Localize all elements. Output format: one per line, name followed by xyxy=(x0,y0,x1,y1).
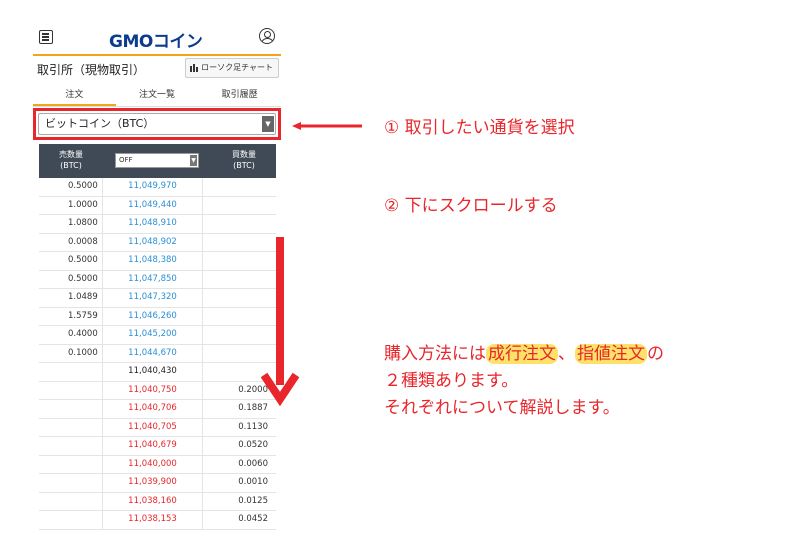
page-subheader: 取引所（現物取引） ローソク足チャート xyxy=(33,57,281,83)
app-header: GMOコイン xyxy=(33,22,281,56)
order-book-header: 売数量 (BTC) OFF ▼ 買数量 (BTC) xyxy=(39,144,276,178)
trade-tabs: 注文 注文一覧 取引履歴 xyxy=(33,86,281,107)
order-type-description: 購入方法には 成行注文、指値注文の ２種類あります。 それぞれについて解説します。 xyxy=(384,344,664,418)
hamburger-menu-icon[interactable] xyxy=(39,30,53,44)
candlestick-chart-button[interactable]: ローソク足チャート xyxy=(185,58,279,78)
ask-row[interactable]: 1.5759 11,046,260 xyxy=(39,307,276,326)
ask-row[interactable]: 0.5000 11,047,850 xyxy=(39,270,276,289)
ask-row[interactable]: 0.5000 11,048,380 xyxy=(39,252,276,271)
scroll-down-arrow-icon xyxy=(261,237,300,407)
bid-row[interactable]: 11,040,679 0.0520 xyxy=(39,437,276,456)
left-arrow-icon xyxy=(292,122,362,130)
ask-row[interactable]: 0.5000 11,049,970 xyxy=(39,178,276,197)
limit-order-highlight: 指値注文 xyxy=(575,344,647,364)
candlestick-icon xyxy=(190,64,199,72)
ask-row[interactable]: 1.0489 11,047,320 xyxy=(39,289,276,308)
tab-order[interactable]: 注文 xyxy=(33,86,116,106)
ask-row[interactable]: 0.1000 11,044,670 xyxy=(39,344,276,363)
bid-row[interactable]: 11,038,160 0.0125 xyxy=(39,492,276,511)
ask-row[interactable]: 1.0000 11,049,440 xyxy=(39,196,276,215)
step2-annotation: ② 下にスクロールする xyxy=(384,196,558,216)
tab-trade-history[interactable]: 取引履歴 xyxy=(198,86,281,106)
user-account-icon[interactable] xyxy=(259,28,275,44)
bid-row[interactable]: 11,038,153 0.0452 xyxy=(39,511,276,530)
tab-order-list[interactable]: 注文一覧 xyxy=(116,86,199,106)
chevron-down-icon: ▼ xyxy=(190,155,197,166)
currency-select-highlight xyxy=(33,108,281,140)
order-book: 売数量 (BTC) OFF ▼ 買数量 (BTC) 0.5000 11,049,970… xyxy=(39,144,276,530)
bid-row[interactable]: 11,040,706 0.1887 xyxy=(39,400,276,419)
step1-annotation: ① 取引したい通貨を選択 xyxy=(384,118,575,138)
chart-button-label: ローソク足チャート xyxy=(201,63,273,72)
ask-row[interactable]: 0.0008 11,048,902 xyxy=(39,233,276,252)
buy-qty-header: 買数量 (BTC) xyxy=(232,150,256,170)
price-group-select[interactable]: OFF ▼ xyxy=(115,153,199,168)
sell-qty-header: 売数量 (BTC) xyxy=(59,150,83,170)
bid-row[interactable]: 11,040,750 0.2000 xyxy=(39,381,276,400)
ask-row[interactable]: 1.0800 11,048,910 xyxy=(39,215,276,234)
market-order-highlight: 成行注文 xyxy=(486,344,558,364)
bid-row[interactable]: 11,039,900 0.0010 xyxy=(39,474,276,493)
bid-row[interactable]: 11,040,705 0.1130 xyxy=(39,418,276,437)
ask-row[interactable]: 0.4000 11,045,200 xyxy=(39,326,276,345)
gmo-coin-logo: GMOコイン xyxy=(109,32,203,52)
page-title: 取引所（現物取引） xyxy=(37,63,146,77)
mobile-app-screenshot: GMOコイン 取引所（現物取引） ローソク足チャート 注文 注文一覧 取引履歴 … xyxy=(33,22,300,530)
mid-price-row: 11,040,430 xyxy=(39,363,276,382)
bid-row[interactable]: 11,040,000 0.0060 xyxy=(39,455,276,474)
